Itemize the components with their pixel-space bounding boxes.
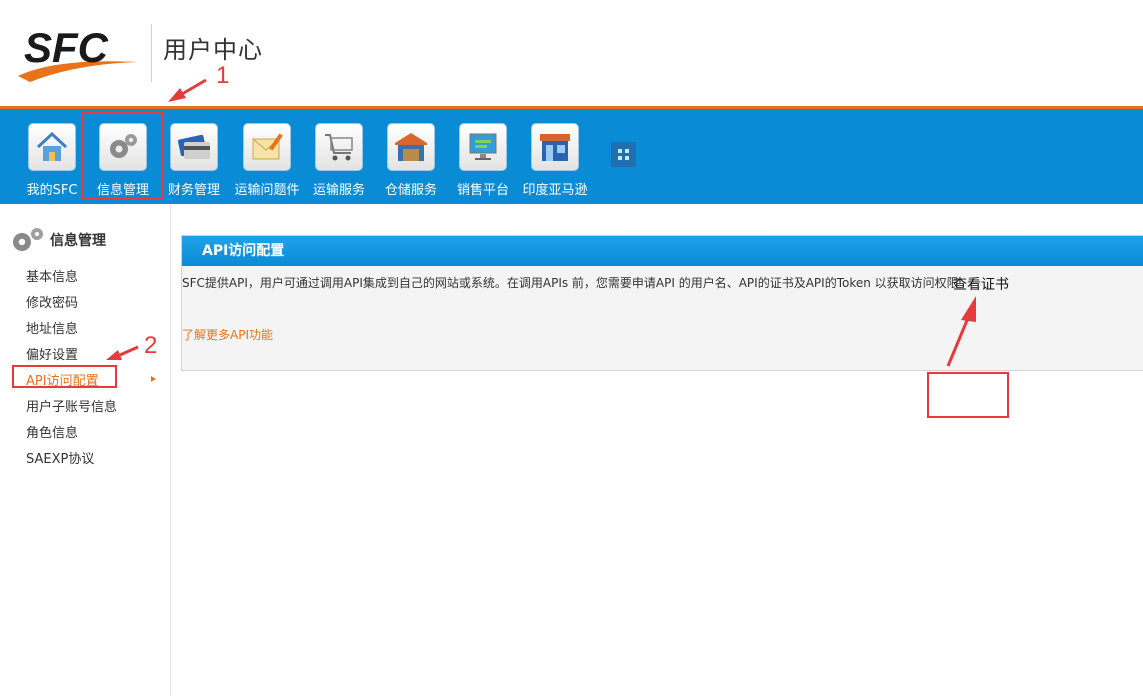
shopping-cart-icon	[315, 123, 363, 171]
sidebar-title: 信息管理	[50, 233, 106, 249]
api-config-panel: API访问配置 SFC提供API，用户可通过调用API集成到自己的网站或系统。在…	[181, 235, 1143, 371]
annotation-box-target	[927, 372, 1009, 418]
home-icon	[28, 123, 76, 171]
nav-item-amazon-india[interactable]: 印度亚马逊	[519, 123, 591, 201]
grid-icon	[618, 149, 629, 160]
learn-more-link[interactable]: 了解更多API功能	[182, 326, 273, 343]
nav-item-my-sfc[interactable]: 我的SFC	[16, 123, 88, 201]
page-header: SFC 用户中心	[0, 0, 1143, 106]
gears-icon	[13, 228, 43, 251]
nav-label: 仓储服务	[384, 183, 437, 198]
sidebar-item-sub-accounts[interactable]: 用户子账号信息	[26, 396, 117, 415]
panel-description: SFC提供API，用户可通过调用API集成到自己的网站或系统。在调用APIs 前…	[182, 276, 959, 290]
page-title: 用户中心	[163, 36, 263, 64]
logo-text: SFC	[24, 24, 109, 71]
logo-divider	[151, 24, 152, 82]
active-arrow-icon	[151, 376, 156, 382]
envelope-pencil-icon	[243, 123, 291, 171]
more-apps-button[interactable]	[611, 142, 636, 167]
panel-title: API访问配置	[182, 236, 1143, 266]
nav-item-warehouse[interactable]: 仓储服务	[375, 123, 447, 201]
nav-item-shipping-service[interactable]: 运输服务	[303, 123, 375, 201]
nav-label: 销售平台	[456, 183, 509, 198]
nav-label: 财务管理	[167, 183, 220, 198]
nav-label: 印度亚马逊	[522, 183, 588, 198]
top-navigation: 我的SFC 信息管理 财务管理 运输问题件 运输服务 仓储服务 销售平台 印度亚…	[0, 106, 1143, 204]
sfc-logo[interactable]: SFC	[16, 18, 146, 84]
storefront-icon	[531, 123, 579, 171]
sidebar: 信息管理 基本信息 修改密码 地址信息 偏好设置 API访问配置 用户子账号信息…	[0, 204, 171, 696]
nav-label: 运输问题件	[234, 183, 300, 198]
sidebar-item-roles[interactable]: 角色信息	[26, 422, 78, 441]
sidebar-item-saexp-agreement[interactable]: SAEXP协议	[26, 448, 94, 467]
sfc-logo-graphic: SFC	[18, 24, 138, 82]
nav-item-finance[interactable]: 财务管理	[158, 123, 230, 201]
warehouse-icon	[387, 123, 435, 171]
sidebar-item-basic-info[interactable]: 基本信息	[26, 266, 78, 285]
sidebar-item-preferences[interactable]: 偏好设置	[26, 344, 78, 363]
annotation-box-sidebar	[12, 365, 117, 388]
monitor-icon	[459, 123, 507, 171]
nav-label: 运输服务	[312, 183, 365, 198]
sidebar-item-address-info[interactable]: 地址信息	[26, 318, 78, 337]
sidebar-header: 信息管理	[10, 226, 106, 254]
sidebar-item-change-password[interactable]: 修改密码	[26, 292, 78, 311]
annotation-box-nav	[82, 112, 164, 200]
view-certificate-link[interactable]: 查看证书	[953, 274, 1009, 294]
annotation-number-1: 1	[216, 62, 230, 89]
nav-label: 我的SFC	[26, 183, 78, 198]
nav-item-shipping-issues[interactable]: 运输问题件	[231, 123, 303, 201]
annotation-number-2: 2	[144, 332, 158, 359]
nav-item-sales-platform[interactable]: 销售平台	[447, 123, 519, 201]
credit-card-icon	[170, 123, 218, 171]
